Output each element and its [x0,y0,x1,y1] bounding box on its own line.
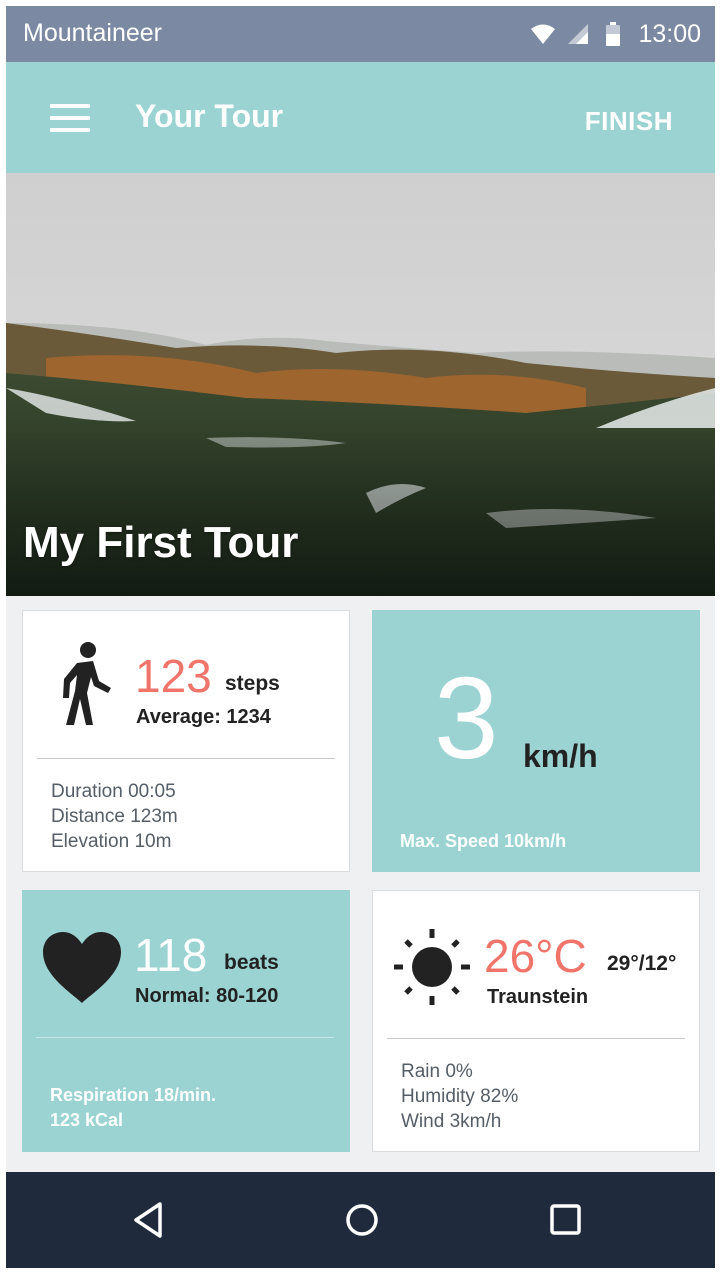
status-time: 13:00 [638,19,701,48]
status-icons: 13:00 [530,18,701,50]
temperature-value: 26°C [484,930,587,982]
high-low-temperature: 29°/12° [607,952,677,975]
weather-details: Rain 0% Humidity 82% Wind 3km/h [401,1059,518,1134]
speed-value: 3 [434,653,499,783]
respiration-text: Respiration 18/min. [50,1085,217,1105]
speed-card[interactable]: 3 km/h Max. Speed 10km/h [372,610,700,872]
heart-rate-value: 118 [134,929,208,981]
card-divider [37,758,335,759]
steps-card[interactable]: 123 steps Average: 1234 Duration 00:05 D… [22,610,350,872]
card-divider [387,1038,685,1039]
steps-value: 123 [135,650,212,702]
hamburger-menu-icon[interactable] [50,104,90,132]
finish-button[interactable]: FINISH [585,106,673,137]
status-app-name: Mountaineer [23,19,162,47]
walking-person-icon [57,641,113,732]
heart-rate-unit: beats [224,951,279,974]
rain-text: Rain 0% [401,1061,473,1082]
status-bar: Mountaineer 13:00 [6,6,715,62]
steps-unit: steps [225,672,280,695]
tour-title: My First Tour [23,518,299,567]
wind-text: Wind 3km/h [401,1111,502,1132]
heart-details: Respiration 18/min. 123 kCal [50,1083,216,1133]
card-divider [36,1037,334,1038]
signal-icon [568,24,589,44]
wifi-icon [530,23,556,45]
hero-image: My First Tour [6,173,715,596]
weather-location: Traunstein [487,986,589,1008]
heart-rate-normal: Normal: 80-120 [135,985,279,1007]
speed-unit: km/h [523,738,598,774]
sun-icon [392,927,472,1012]
system-nav-bar [6,1172,715,1268]
steps-average: Average: 1234 [136,706,271,728]
phone-screen: Mountaineer 13:00 Your Tour FINISH My Fi… [6,6,715,1268]
weather-card[interactable]: 26°C 29°/12° Traunstein Rain 0% Humidity… [372,890,700,1152]
elevation-text: Elevation 10m [51,831,172,852]
app-bar: Your Tour FINISH [6,62,715,173]
home-circle-icon[interactable] [342,1200,382,1240]
recents-square-icon[interactable] [546,1200,586,1240]
back-triangle-icon[interactable] [130,1200,170,1240]
heart-rate-card[interactable]: 118 beats Normal: 80-120 Respiration 18/… [22,890,350,1152]
calories-text: 123 kCal [50,1110,124,1130]
max-speed-text: Max. Speed 10km/h [400,831,567,851]
battery-icon [606,22,621,46]
distance-text: Distance 123m [51,806,178,827]
app-bar-title: Your Tour [135,98,284,134]
heart-icon [43,932,121,1009]
humidity-text: Humidity 82% [401,1086,519,1107]
steps-details: Duration 00:05 Distance 123m Elevation 1… [51,779,178,854]
duration-text: Duration 00:05 [51,781,176,802]
